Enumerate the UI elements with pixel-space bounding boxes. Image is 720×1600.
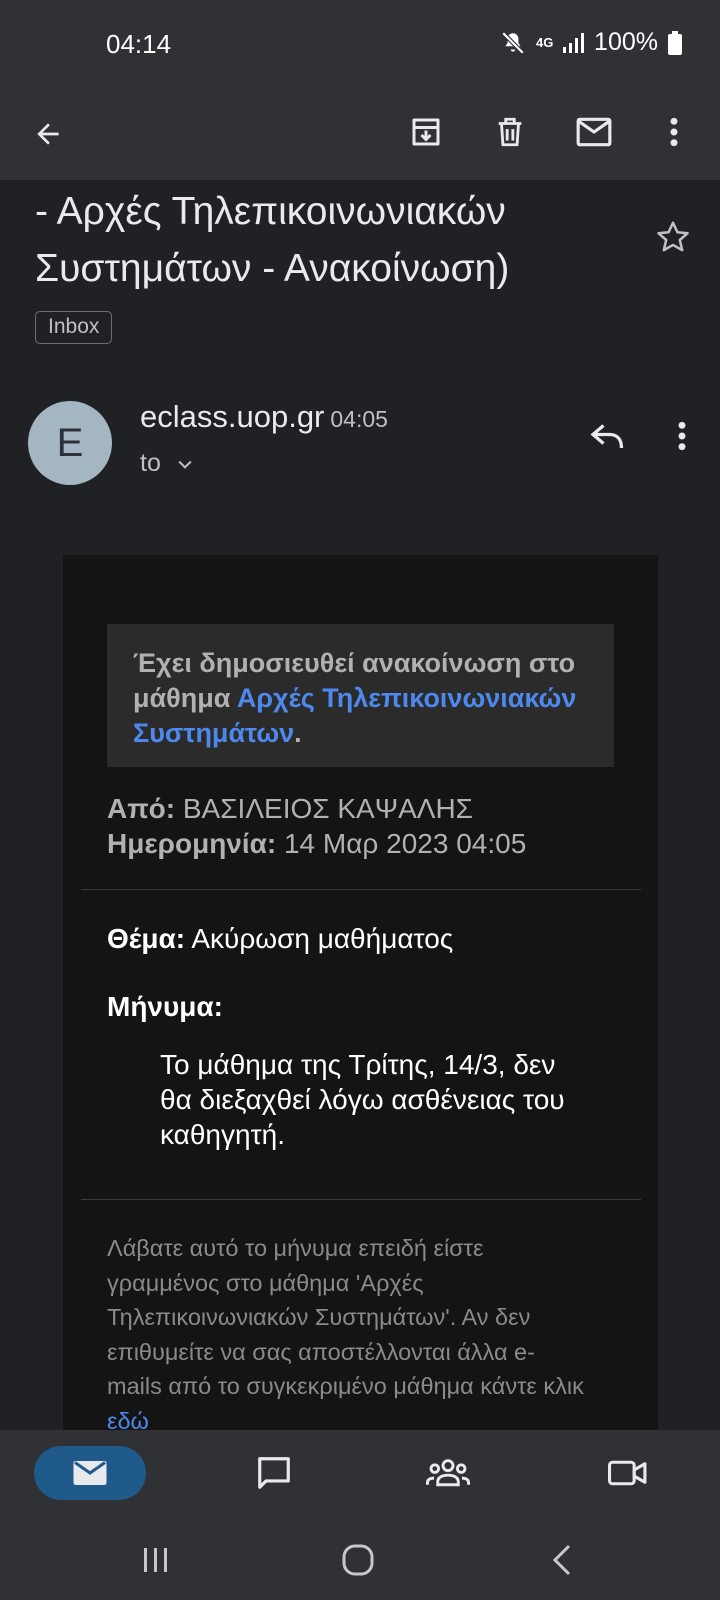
recent-apps-button[interactable] xyxy=(128,1532,184,1588)
announcement-notice: Έχει δημοσιευθεί ανακοίνωση στο μάθημα Α… xyxy=(107,624,614,767)
from-value: ΒΑΣΙΛΕΙΟΣ ΚΑΨΑΛΗΣ xyxy=(175,793,473,824)
unsubscribe-notice: Λάβατε αυτό το μήνυμα επειδή είστε γραμμ… xyxy=(107,1231,587,1438)
nav-meet[interactable] xyxy=(600,1446,656,1500)
from-label: Από: xyxy=(107,793,176,824)
label-chip-inbox[interactable]: Inbox xyxy=(35,311,113,344)
archive-button[interactable] xyxy=(398,104,454,160)
email-subject: - Αρχές Τηλεπικοινωνιακών Συστημάτων - Α… xyxy=(35,190,510,290)
date-line: Ημερομηνία: 14 Μαρ 2023 04:05 xyxy=(107,826,526,861)
chat-icon xyxy=(258,1457,290,1489)
video-camera-icon xyxy=(608,1460,647,1486)
sender-avatar[interactable]: E xyxy=(28,401,112,485)
message-label: Μήνυμα: xyxy=(107,991,223,1023)
battery-percent: 100% xyxy=(594,28,658,56)
status-bar: 04:14 4G 100% xyxy=(0,0,720,88)
mark-unread-button[interactable] xyxy=(566,104,622,160)
mail-icon xyxy=(576,117,612,147)
divider xyxy=(81,1199,641,1200)
message-more-button[interactable] xyxy=(654,408,710,464)
delete-button[interactable] xyxy=(482,104,538,160)
to-label: to xyxy=(140,449,161,477)
back-button[interactable] xyxy=(20,106,76,162)
announcement-meta: Από: ΒΑΣΙΛΕΙΟΣ ΚΑΨΑΛΗΣ Ημερομηνία: 14 Μα… xyxy=(107,791,526,861)
recent-apps-icon xyxy=(144,1548,167,1572)
top-app-bar xyxy=(0,88,720,180)
notice-suffix: . xyxy=(294,718,302,748)
reply-button[interactable] xyxy=(580,408,636,464)
chevron-left-icon xyxy=(552,1544,571,1576)
mute-icon xyxy=(501,31,525,54)
archive-icon xyxy=(412,118,440,146)
groups-icon xyxy=(426,1459,470,1487)
subject-line: Θέμα: Ακύρωση μαθήματος xyxy=(107,923,453,955)
from-line: Από: ΒΑΣΙΛΕΙΟΣ ΚΑΨΑΛΗΣ xyxy=(107,791,526,826)
network-type: 4G xyxy=(536,34,554,50)
reply-icon xyxy=(590,424,624,449)
subject-value: Ακύρωση μαθήματος xyxy=(185,923,454,954)
battery-icon xyxy=(668,30,682,55)
unsubscribe-text: Λάβατε αυτό το μήνυμα επειδή είστε γραμμ… xyxy=(107,1235,584,1399)
more-vert-icon xyxy=(670,117,678,147)
mail-filled-icon xyxy=(73,1461,107,1485)
star-icon xyxy=(657,221,689,252)
divider xyxy=(81,889,641,890)
date-value: 14 Μαρ 2023 04:05 xyxy=(276,828,527,859)
recipients-toggle[interactable]: to xyxy=(140,449,195,478)
home-icon xyxy=(342,1544,374,1576)
message-label-text: Μήνυμα: xyxy=(107,991,223,1022)
email-time: 04:05 xyxy=(330,406,388,432)
nav-mail[interactable] xyxy=(34,1446,146,1500)
email-body: Έχει δημοσιευθεί ανακοίνωση στο μάθημα Α… xyxy=(63,555,658,1435)
date-label: Ημερομηνία: xyxy=(107,828,277,859)
more-vert-icon xyxy=(678,421,686,451)
chevron-down-icon xyxy=(178,460,192,469)
sender-name: eclass.uop.gr xyxy=(140,399,325,434)
star-button[interactable] xyxy=(654,218,692,261)
system-back-button[interactable] xyxy=(534,1532,590,1588)
status-time: 04:14 xyxy=(106,29,172,59)
subject-label: Θέμα: xyxy=(107,923,186,954)
nav-chat[interactable] xyxy=(246,1446,302,1500)
more-options-button[interactable] xyxy=(646,104,702,160)
home-button[interactable] xyxy=(330,1532,386,1588)
delete-icon xyxy=(498,117,522,147)
bottom-navigation xyxy=(0,1430,720,1600)
message-text: Το μάθημα της Τρίτης, 14/3, δεν θα διεξα… xyxy=(160,1049,565,1150)
system-navigation-bar xyxy=(0,1522,720,1600)
status-icons: 4G 100% xyxy=(500,28,682,57)
signal-icon xyxy=(563,32,585,53)
nav-spaces[interactable] xyxy=(420,1446,476,1500)
sender-row: eclass.uop.gr 04:05 xyxy=(140,399,388,435)
back-arrow-icon xyxy=(37,123,59,145)
